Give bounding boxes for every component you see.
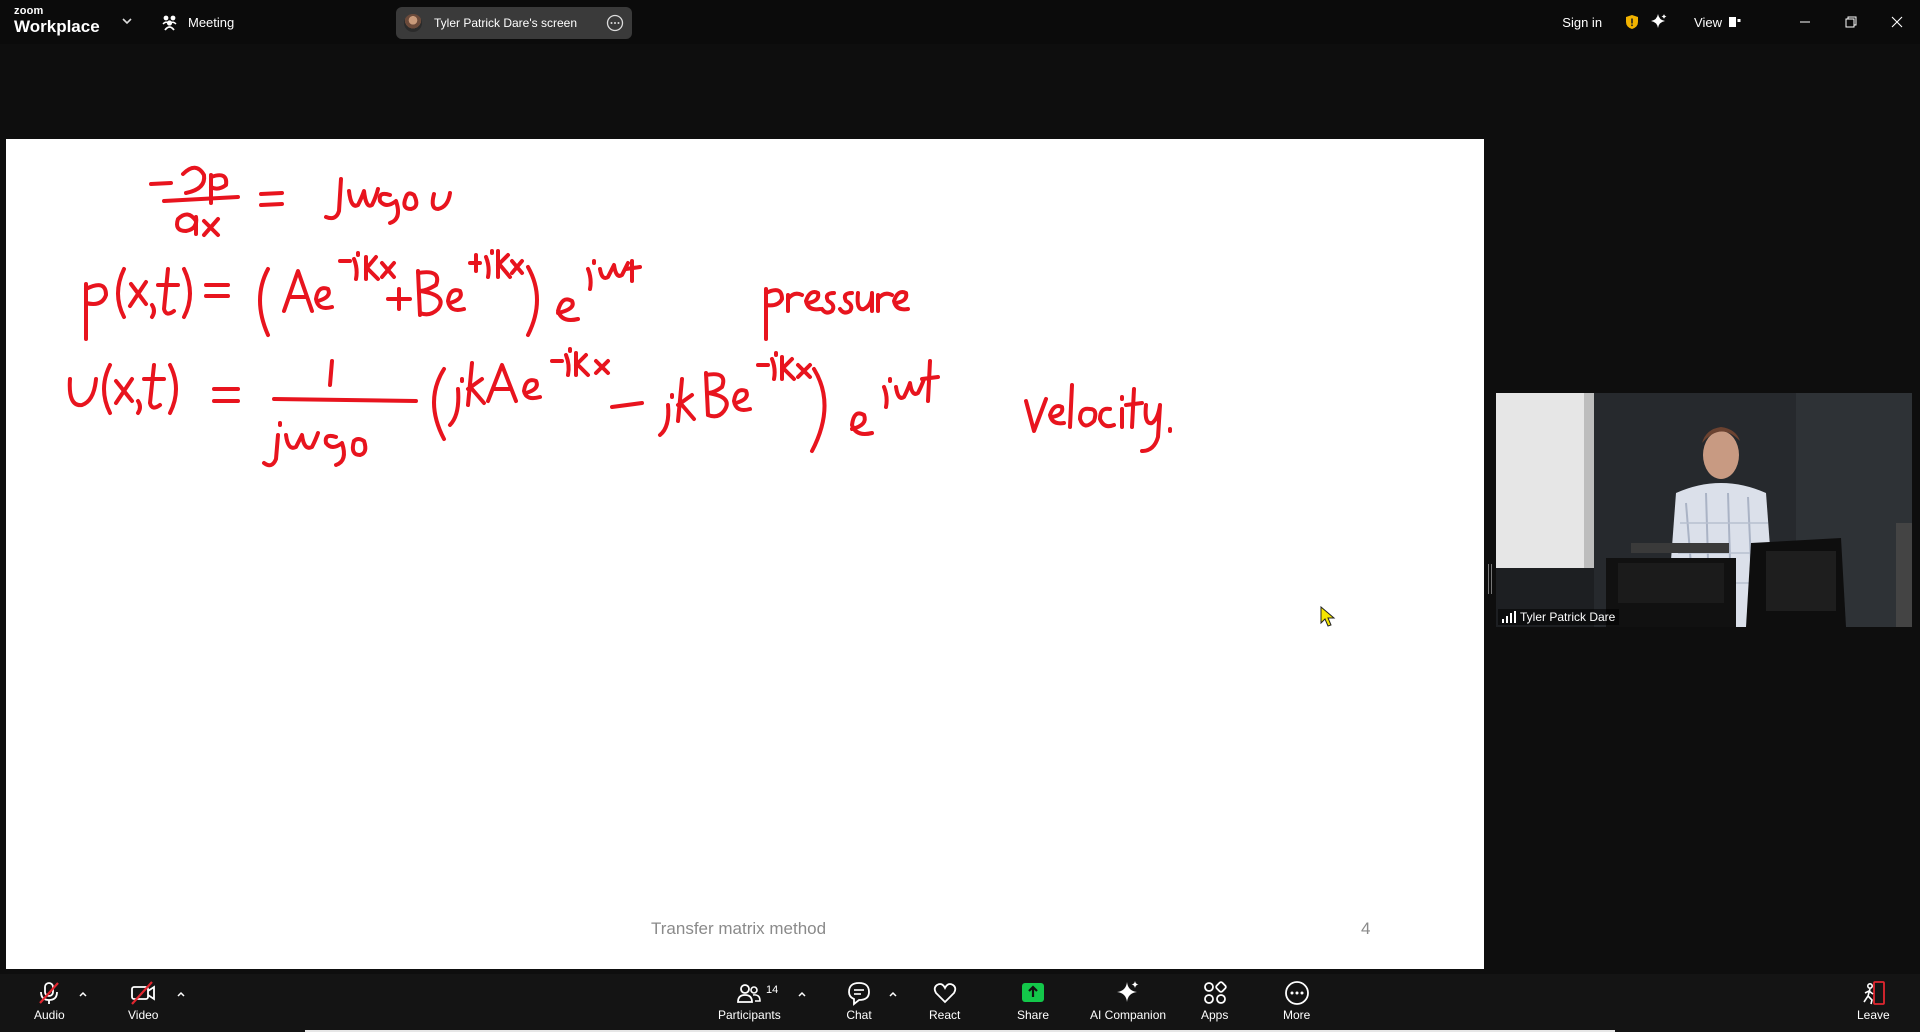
audio-label: Audio	[34, 1008, 65, 1022]
heart-icon	[933, 983, 956, 1004]
minimize-icon	[1800, 21, 1810, 23]
more-button[interactable]: More	[1283, 980, 1310, 1022]
zoom-logo[interactable]: zoom Workplace	[14, 5, 100, 36]
more-options-icon[interactable]	[606, 14, 624, 32]
apps-label: Apps	[1201, 1008, 1229, 1022]
sparkle-icon	[1117, 981, 1139, 1002]
audio-button[interactable]: Audio	[34, 980, 65, 1022]
close-button[interactable]	[1874, 0, 1920, 44]
slide-footer-title: Transfer matrix method	[651, 919, 827, 938]
participants-options-chevron-up-icon[interactable]	[796, 988, 808, 1000]
view-button[interactable]: View	[1694, 15, 1742, 30]
title-bar: zoom Workplace Meeting Tyler Patrick Dar…	[0, 0, 1920, 44]
logo-zoom-text: zoom	[14, 5, 44, 17]
mouse-pointer-icon	[1320, 606, 1336, 627]
restore-icon	[1845, 16, 1857, 28]
slide-page-number: 4	[1361, 919, 1371, 938]
apps-button[interactable]: Apps	[1201, 980, 1228, 1022]
sign-in-link[interactable]: Sign in	[1562, 15, 1602, 30]
meeting-label: Meeting	[188, 14, 235, 30]
chat-label: Chat	[846, 1008, 872, 1022]
view-label: View	[1694, 14, 1722, 30]
shared-screen-title: Tyler Patrick Dare's screen	[434, 16, 577, 30]
participant-video-tile[interactable]: Tyler Patrick Dare	[1496, 393, 1912, 627]
avatar	[404, 14, 422, 32]
meeting-toolbar: Audio Video Participants 14 Chat React S…	[0, 974, 1920, 1032]
apps-grid-icon	[1203, 981, 1227, 1004]
leave-icon	[1863, 981, 1886, 1005]
panel-resize-handle[interactable]	[1488, 564, 1492, 594]
more-dots-icon	[1284, 981, 1309, 1005]
share-label: Share	[1017, 1008, 1050, 1022]
chat-bubble-icon	[848, 982, 870, 1006]
leave-button[interactable]: Leave	[1857, 980, 1890, 1022]
microphone-muted-icon	[39, 982, 60, 1004]
audio-options-chevron-up-icon[interactable]	[77, 988, 89, 1000]
restore-button[interactable]	[1828, 0, 1874, 44]
video-options-chevron-up-icon[interactable]	[175, 988, 187, 1000]
chevron-down-icon[interactable]	[120, 14, 134, 28]
ai-companion-button[interactable]: AI Companion	[1090, 980, 1166, 1022]
react-label: React	[929, 1008, 961, 1022]
view-layout-icon	[1729, 17, 1741, 27]
title-right-controls: Sign in View	[1562, 0, 1920, 44]
meeting-info-button[interactable]: Meeting	[160, 10, 234, 34]
ai-companion-label: AI Companion	[1090, 1008, 1167, 1022]
camera-off-icon	[131, 981, 156, 1005]
minimize-button[interactable]	[1782, 0, 1828, 44]
people-icon	[737, 984, 762, 1003]
participants-label: Participants	[718, 1008, 781, 1022]
react-button[interactable]: React	[929, 980, 960, 1022]
ai-sparkle-icon[interactable]	[1650, 13, 1668, 31]
leave-label: Leave	[1857, 1008, 1890, 1022]
video-feed	[1496, 393, 1912, 627]
chat-button[interactable]: Chat	[846, 980, 872, 1022]
shared-screen-area: Transfer matrix method 4	[0, 44, 1492, 974]
shield-icon[interactable]	[1624, 14, 1640, 30]
participant-name: Tyler Patrick Dare	[1520, 610, 1616, 624]
video-button[interactable]: Video	[128, 980, 158, 1022]
chat-options-chevron-up-icon[interactable]	[887, 988, 899, 1000]
participant-name-tag: Tyler Patrick Dare	[1498, 609, 1620, 625]
video-label: Video	[128, 1008, 159, 1022]
close-icon	[1891, 16, 1903, 28]
participants-count-badge: 14	[766, 984, 779, 996]
presentation-slide: Transfer matrix method 4	[6, 139, 1484, 969]
share-screen-icon	[1022, 983, 1045, 1002]
share-button[interactable]: Share	[1017, 980, 1049, 1022]
more-label: More	[1283, 1008, 1311, 1022]
logo-workplace-text: Workplace	[14, 17, 100, 36]
handwritten-equations	[67, 165, 1172, 468]
signal-strength-icon	[1502, 611, 1516, 623]
people-group-icon	[162, 15, 177, 31]
shared-screen-pill[interactable]: Tyler Patrick Dare's screen	[396, 7, 632, 39]
